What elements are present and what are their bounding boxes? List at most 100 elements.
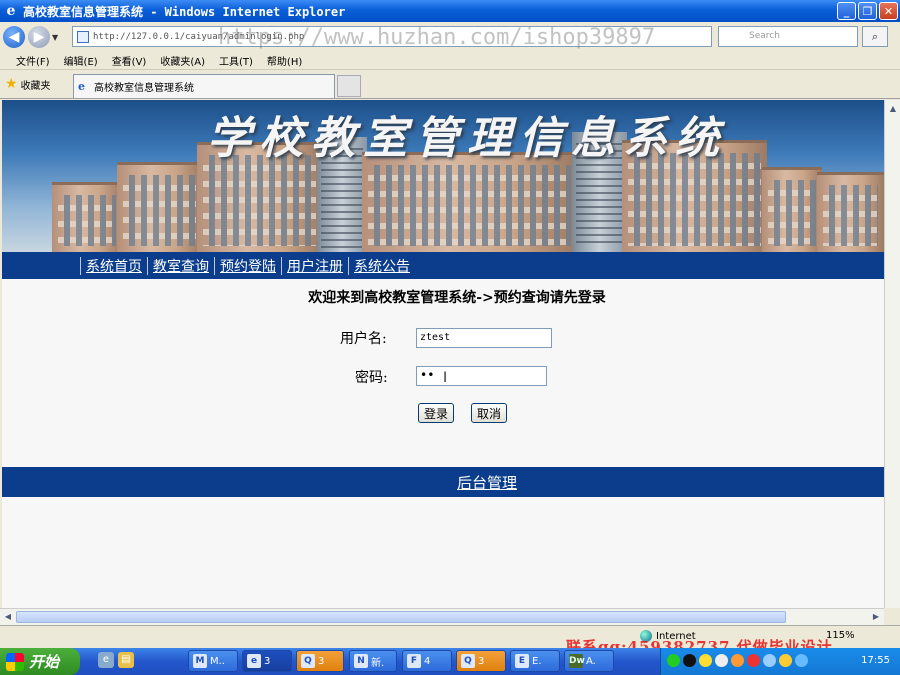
building-image [52, 182, 122, 252]
task-label: A. [586, 655, 596, 667]
menu-view[interactable]: 查看(V) [112, 53, 147, 68]
taskbar-item[interactable]: Q 3 [456, 650, 506, 672]
tray-icon[interactable] [795, 654, 808, 667]
task-icon: M [193, 654, 207, 668]
tab-active[interactable]: e 高校教室信息管理系统 [73, 74, 335, 98]
back-button[interactable]: ◀ [3, 26, 25, 48]
task-icon: N [354, 654, 368, 668]
windows-logo-icon [6, 652, 24, 671]
search-input[interactable]: Search [718, 26, 858, 47]
clock[interactable]: 17:55 [861, 655, 890, 666]
taskbar-item[interactable]: Dw A. [564, 650, 614, 672]
menu-tools[interactable]: 工具(T) [219, 53, 253, 68]
username-label: 用户名: [340, 331, 387, 347]
ie-logo-icon: e [6, 3, 16, 19]
login-button[interactable]: 登录 [418, 403, 454, 423]
tray-icon[interactable] [731, 654, 744, 667]
nav-booking-login[interactable]: 预约登陆 [220, 256, 276, 276]
tray-icons [667, 654, 808, 667]
tray-icon[interactable] [763, 654, 776, 667]
horizontal-scrollbar[interactable]: ◀ ▶ [0, 608, 884, 625]
building-image [117, 162, 202, 252]
tab-bar: ★ 收藏夹 e 高校教室信息管理系统 [0, 70, 900, 99]
menu-edit[interactable]: 编辑(E) [64, 53, 98, 68]
building-image [362, 152, 577, 252]
password-field[interactable]: •• [416, 366, 547, 386]
start-label: 开始 [29, 653, 60, 671]
maximize-button[interactable]: ❐ [858, 2, 877, 20]
task-icon: E [515, 654, 529, 668]
vertical-scrollbar[interactable]: ▲ [884, 100, 900, 608]
username-field[interactable]: ztest [416, 328, 552, 348]
task-label: 新. [371, 657, 385, 669]
menu-bar: 文件(F) 编辑(E) 查看(V) 收藏夹(A) 工具(T) 帮助(H) [0, 52, 900, 70]
taskbar: 开始 e ▤ M M.. e 3 Q 3 N 新. F 4 Q 3 E E. D… [0, 648, 900, 675]
menu-favorites[interactable]: 收藏夹(A) [160, 53, 205, 68]
search-icon[interactable]: ⌕ [862, 26, 888, 47]
nav-home[interactable]: 系统首页 [86, 256, 142, 276]
welcome-heading: 欢迎来到高校教室管理系统->预约查询请先登录 [308, 290, 606, 306]
taskbar-item[interactable]: F 4 [402, 650, 452, 672]
system-tray: 17:55 [660, 648, 900, 675]
tray-icon[interactable] [715, 654, 728, 667]
taskbar-item[interactable]: E E. [510, 650, 560, 672]
history-dropdown-icon[interactable]: ▼ [52, 33, 62, 42]
tray-icon[interactable] [747, 654, 760, 667]
nav-announcements[interactable]: 系统公告 [354, 256, 410, 276]
nav-register[interactable]: 用户注册 [287, 256, 343, 276]
menu-file[interactable]: 文件(F) [16, 53, 50, 68]
taskbar-item[interactable]: M M.. [188, 650, 238, 672]
cancel-button[interactable]: 取消 [471, 403, 507, 423]
taskbar-item[interactable]: e 3 [242, 650, 292, 672]
task-label: M.. [210, 655, 225, 667]
building-image [817, 172, 884, 252]
nav-classroom-query[interactable]: 教室查询 [153, 256, 209, 276]
menu-help[interactable]: 帮助(H) [267, 53, 302, 68]
task-label: 4 [424, 655, 431, 667]
tab-label: 高校教室信息管理系统 [94, 83, 194, 94]
address-field[interactable]: http://127.0.0.1/caiyuan/adminlogin.php [72, 26, 712, 47]
folder-quicklaunch-icon[interactable]: ▤ [118, 652, 134, 668]
page-icon [77, 30, 89, 43]
address-url[interactable]: http://127.0.0.1/caiyuan/adminlogin.php [93, 32, 304, 42]
building-image [762, 167, 822, 252]
forward-button[interactable]: ▶ [28, 26, 50, 48]
taskbar-item[interactable]: N 新. [349, 650, 397, 672]
address-toolbar: ◀ ▶ ▼ http://127.0.0.1/caiyuan/adminlogi… [0, 22, 900, 52]
task-label: 3 [264, 655, 271, 667]
page-viewport: 学校教室管理信息系统 系统首页 教室查询 预约登陆 用户注册 系统公告 欢迎来到… [2, 100, 884, 608]
task-icon: Q [301, 654, 315, 668]
taskbar-item[interactable]: Q 3 [296, 650, 344, 672]
admin-bar: 后台管理 [2, 467, 884, 497]
scroll-thumb[interactable] [16, 611, 786, 623]
window-title: 高校教室信息管理系统 - Windows Internet Explorer [23, 4, 346, 19]
ie-quicklaunch-icon[interactable]: e [98, 652, 114, 668]
task-icon: Q [461, 654, 475, 668]
admin-link[interactable]: 后台管理 [457, 472, 517, 493]
tray-icon[interactable] [667, 654, 680, 667]
star-icon: ★ [5, 76, 18, 92]
minimize-button[interactable]: _ [837, 2, 856, 20]
scroll-up-icon[interactable]: ▲ [885, 100, 900, 116]
tray-icon[interactable] [683, 654, 696, 667]
school-banner: 学校教室管理信息系统 [2, 100, 884, 252]
task-label: 3 [318, 655, 325, 667]
search-placeholder: Search [749, 31, 780, 41]
scroll-left-icon[interactable]: ◀ [1, 610, 15, 624]
favorites-button[interactable]: ★ 收藏夹 [5, 76, 51, 92]
close-button[interactable]: ✕ [879, 2, 898, 20]
task-icon: F [407, 654, 421, 668]
text-cursor-icon: I [443, 370, 448, 386]
task-icon: e [247, 654, 261, 668]
task-label: E. [532, 655, 542, 667]
quick-launch: e ▤ [98, 652, 134, 668]
task-label: 3 [478, 655, 485, 667]
tray-icon[interactable] [779, 654, 792, 667]
scroll-right-icon[interactable]: ▶ [869, 610, 883, 624]
new-tab-button[interactable] [337, 75, 361, 97]
task-icon: Dw [569, 654, 585, 668]
tray-icon[interactable] [699, 654, 712, 667]
start-button[interactable]: 开始 [0, 648, 80, 675]
banner-title: 学校教室管理信息系统 [207, 113, 727, 164]
main-nav: 系统首页 教室查询 预约登陆 用户注册 系统公告 [2, 252, 884, 279]
